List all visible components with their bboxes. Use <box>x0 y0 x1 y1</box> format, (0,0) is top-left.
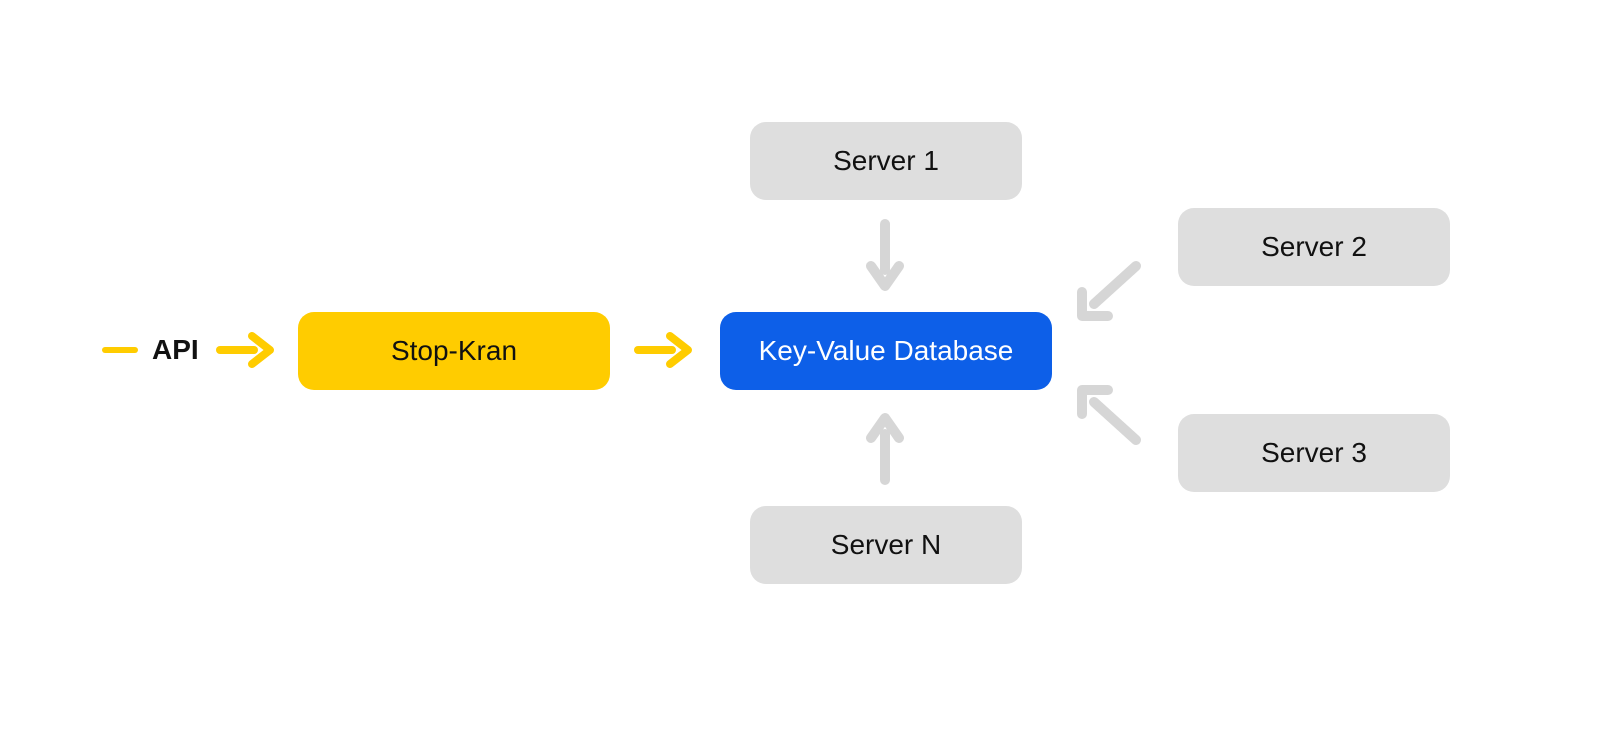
node-stop-kran-label: Stop-Kran <box>391 335 517 367</box>
node-server-3: Server 3 <box>1178 414 1450 492</box>
api-label: API <box>152 334 199 366</box>
node-stop-kran: Stop-Kran <box>298 312 610 390</box>
node-server-1: Server 1 <box>750 122 1022 200</box>
node-kv-database: Key-Value Database <box>720 312 1052 390</box>
node-kv-database-label: Key-Value Database <box>759 335 1014 367</box>
node-server-1-label: Server 1 <box>833 145 939 177</box>
node-server-2: Server 2 <box>1178 208 1450 286</box>
node-server-2-label: Server 2 <box>1261 231 1367 263</box>
node-server-n: Server N <box>750 506 1022 584</box>
arrow-stopkran-to-kvdb <box>636 330 696 370</box>
node-server-n-label: Server N <box>831 529 941 561</box>
arrow-servern-to-kvdb <box>860 404 910 484</box>
arrow-server2-to-kvdb <box>1064 260 1144 330</box>
arrow-api-to-stopkran <box>218 330 278 370</box>
arrow-server3-to-kvdb <box>1064 376 1144 446</box>
arrow-server1-to-kvdb <box>860 220 910 300</box>
node-server-3-label: Server 3 <box>1261 437 1367 469</box>
api-tick <box>102 347 138 353</box>
